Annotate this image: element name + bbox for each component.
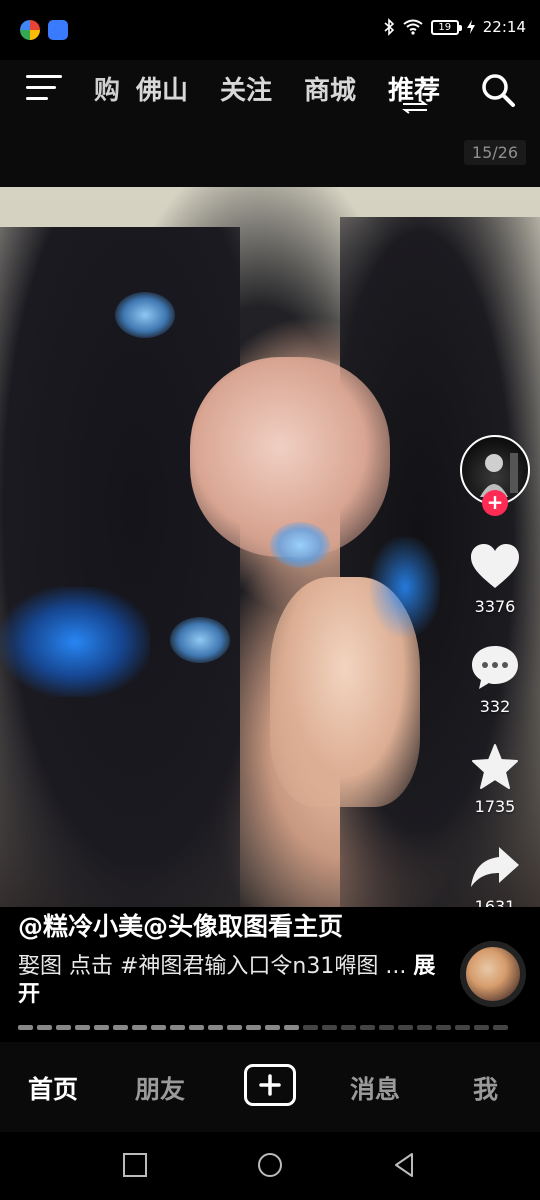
- progress-segment: [455, 1025, 470, 1030]
- recents-icon[interactable]: [122, 1152, 148, 1178]
- favorite-action[interactable]: 1735: [460, 743, 530, 816]
- progress-segment: [208, 1025, 223, 1030]
- progress-segment: [151, 1025, 166, 1030]
- main-photo[interactable]: [0, 187, 540, 907]
- home-icon[interactable]: [257, 1152, 283, 1178]
- progress-segment: [18, 1025, 33, 1030]
- heart-icon[interactable]: [469, 543, 521, 591]
- status-right: 19 22:14: [383, 18, 526, 36]
- bottom-tab-bar: 首页 朋友 消息 我: [0, 1042, 540, 1132]
- bluetooth-icon: [384, 18, 394, 36]
- favorite-count: 1735: [474, 797, 516, 816]
- progress-segment: [170, 1025, 185, 1030]
- like-action[interactable]: 3376: [460, 543, 530, 616]
- description: 娶图 点击 #神图君输入口令n31嘚图 ... 展开: [18, 953, 438, 1009]
- page-counter: 15/26: [463, 140, 526, 165]
- butterfly-clip-1: [115, 292, 175, 338]
- plus-icon: [259, 1074, 281, 1096]
- share-icon[interactable]: [469, 843, 521, 891]
- comment-count: 332: [479, 697, 511, 716]
- back-icon[interactable]: [392, 1152, 418, 1178]
- battery-icon: 19: [430, 19, 462, 35]
- swap-icon[interactable]: [401, 100, 429, 114]
- progress-segment: [436, 1025, 451, 1030]
- caption-area: @糕冷小美@头像取图看主页 娶图 点击 #神图君输入口令n31嘚图 ... 展开: [0, 907, 540, 1042]
- like-count: 3376: [474, 597, 516, 616]
- description-text[interactable]: 娶图 点击 #神图君输入口令n31嘚图 ...: [18, 954, 406, 979]
- tab-friends[interactable]: 朋友: [135, 1070, 185, 1106]
- photo-region-blue-glow-2: [370, 537, 440, 637]
- nav-tabs: 购 佛山 关注 商城 推荐: [82, 70, 456, 107]
- app-notification-icon-2: [48, 20, 68, 40]
- charging-icon: [466, 20, 475, 34]
- tab-me[interactable]: 我: [473, 1070, 498, 1106]
- progress-segment: [113, 1025, 128, 1030]
- progress-segment: [56, 1025, 71, 1030]
- status-bar: 19 22:14: [0, 0, 540, 60]
- tab-foshan[interactable]: 佛山: [120, 70, 204, 107]
- progress-segment: [227, 1025, 242, 1030]
- progress-segment: [360, 1025, 375, 1030]
- music-disc-icon[interactable]: [460, 941, 526, 1007]
- progress-segment: [189, 1025, 204, 1030]
- progress-segment: [284, 1025, 299, 1030]
- battery-level: 19: [438, 21, 452, 33]
- tab-mall[interactable]: 商城: [288, 70, 372, 107]
- author-name[interactable]: @糕冷小美@头像取图看主页: [18, 907, 343, 943]
- top-nav: 购 佛山 关注 商城 推荐 15/26: [0, 60, 540, 187]
- image-progress-bar: [18, 1025, 508, 1030]
- status-time: 22:14: [482, 18, 526, 36]
- butterfly-clip-3: [170, 617, 230, 663]
- progress-segment: [322, 1025, 337, 1030]
- create-button[interactable]: [244, 1064, 296, 1106]
- progress-segment: [94, 1025, 109, 1030]
- photo-region-blue-glow: [0, 587, 150, 697]
- progress-segment: [75, 1025, 90, 1030]
- comment-icon[interactable]: [469, 643, 521, 691]
- menu-icon[interactable]: [26, 75, 62, 103]
- butterfly-clip-2: [270, 522, 330, 568]
- progress-segment: [493, 1025, 508, 1030]
- wifi-icon: [403, 19, 423, 35]
- star-icon[interactable]: [469, 743, 521, 791]
- progress-segment: [417, 1025, 432, 1030]
- progress-segment: [303, 1025, 318, 1030]
- tab-following[interactable]: 关注: [204, 70, 288, 107]
- comment-action[interactable]: 332: [460, 643, 530, 716]
- tab-shopping-partial[interactable]: 购: [82, 70, 120, 107]
- progress-segment: [37, 1025, 52, 1030]
- progress-segment: [341, 1025, 356, 1030]
- progress-segment: [265, 1025, 280, 1030]
- tab-messages[interactable]: 消息: [350, 1070, 400, 1106]
- tab-home[interactable]: 首页: [28, 1070, 78, 1106]
- progress-segment: [246, 1025, 261, 1030]
- search-icon[interactable]: [480, 72, 516, 108]
- progress-segment: [132, 1025, 147, 1030]
- notification-icons: [20, 20, 68, 40]
- share-action[interactable]: 1631: [460, 843, 530, 916]
- app-notification-icon: [20, 20, 40, 40]
- photo-region-hair-left: [0, 227, 240, 907]
- progress-segment: [379, 1025, 394, 1030]
- progress-segment: [474, 1025, 489, 1030]
- system-nav-bar: [0, 1132, 540, 1200]
- follow-plus-icon[interactable]: +: [482, 490, 508, 516]
- progress-segment: [398, 1025, 413, 1030]
